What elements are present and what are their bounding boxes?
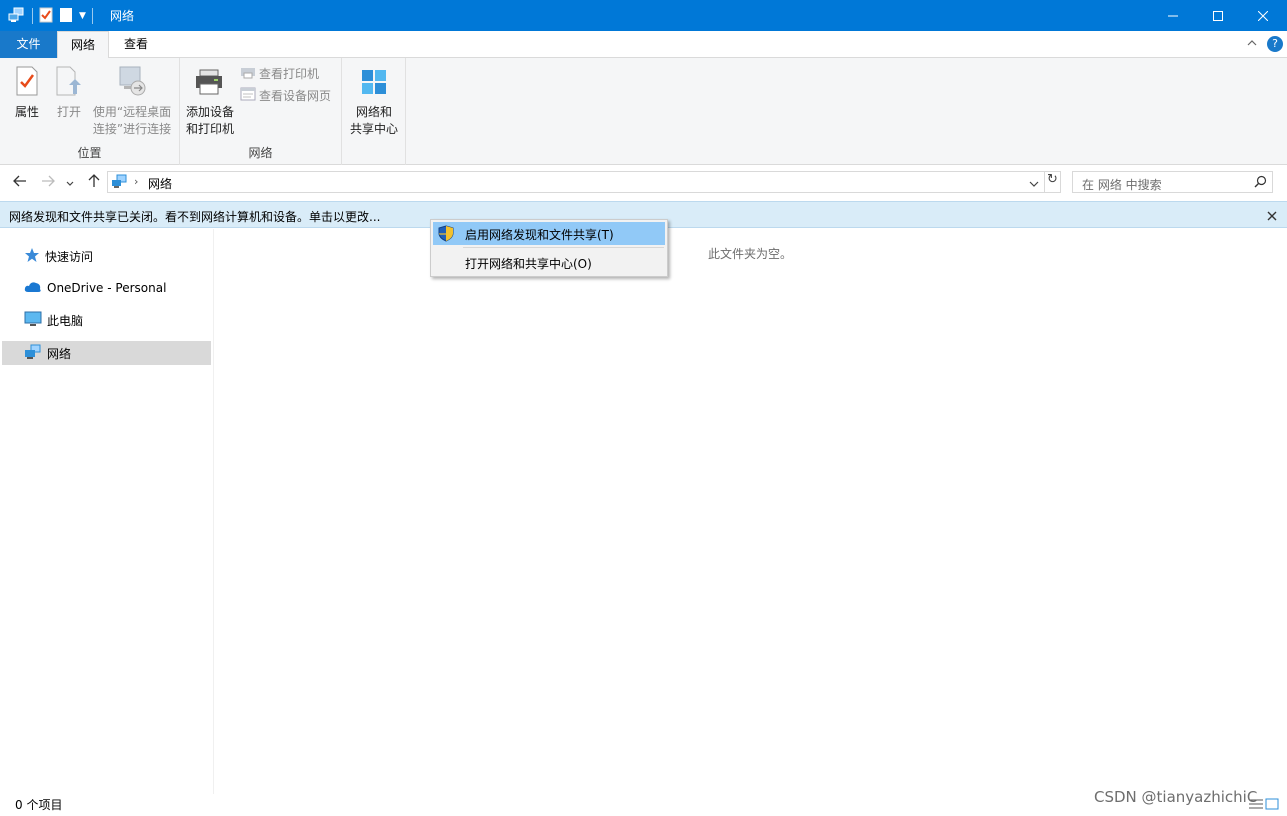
help-icon[interactable]: ? (1267, 36, 1283, 52)
title-bar: ▼ 网络 (0, 0, 1287, 31)
navigation-pane: 快速访问 OneDrive - Personal 此电脑 网络 (0, 229, 214, 794)
nav-item-this-pc[interactable]: 此电脑 (2, 308, 211, 332)
breadcrumb[interactable]: 网络 (148, 175, 172, 192)
empty-folder-text: 此文件夹为空。 (708, 247, 793, 261)
printer-small-icon (240, 65, 256, 82)
infobar-context-menu: 启用网络发现和文件共享(T) 打开网络和共享中心(O) (430, 219, 668, 277)
close-button[interactable] (1240, 0, 1286, 31)
menu-item-label: 启用网络发现和文件共享(T) (465, 228, 614, 242)
printer-icon (184, 68, 236, 101)
watermark: CSDN @tianyazhichiC (1094, 788, 1258, 806)
navigation-bar: › 网络 ↻ 在 网络 中搜索 (0, 166, 1287, 200)
up-button[interactable] (84, 173, 104, 193)
search-input[interactable]: 在 网络 中搜索 (1072, 171, 1273, 193)
network-icon (8, 7, 26, 26)
add-device-label-1: 添加设备 (185, 105, 234, 119)
divider (32, 8, 33, 24)
tab-network[interactable]: 网络 (57, 31, 109, 59)
add-device-label-2: 和打印机 (185, 122, 234, 136)
new-folder-icon[interactable] (59, 7, 73, 26)
properties-icon[interactable] (39, 7, 53, 26)
nav-item-label: 网络 (47, 346, 72, 361)
menu-item-label: 打开网络和共享中心(O) (465, 257, 592, 271)
nav-item-network[interactable]: 网络 (2, 341, 211, 365)
recent-locations-button[interactable] (63, 173, 77, 193)
ribbon-tabs: 文件 网络 查看 ? (0, 31, 1287, 59)
view-device-webpage-label: 查看设备网页 (259, 89, 332, 103)
address-bar[interactable]: › 网络 ↻ (107, 171, 1061, 193)
open-label: 打开 (56, 105, 81, 119)
window-title: 网络 (110, 9, 135, 23)
close-icon[interactable] (1267, 206, 1277, 225)
nav-item-label: OneDrive - Personal (47, 281, 167, 295)
network-icon (111, 174, 129, 193)
properties-icon (8, 66, 46, 101)
remote-desktop-label-2: 连接”进行连接 (92, 122, 172, 136)
infobar-text[interactable]: 网络发现和文件共享已关闭。看不到网络计算机和设备。单击以更改... (9, 208, 380, 225)
menu-item-open-sharing-center[interactable]: 打开网络和共享中心(O) (433, 251, 665, 274)
chevron-right-icon: › (134, 175, 139, 188)
minimize-button[interactable] (1150, 0, 1196, 31)
monitor-icon (24, 311, 42, 330)
search-placeholder: 在 网络 中搜索 (1082, 178, 1162, 192)
ribbon: 属性 打开 使用“远程桌面 连接”进行连接 位置 添加设备 和打印机 查看打印机… (0, 58, 1287, 165)
maximize-button[interactable] (1195, 0, 1241, 31)
properties-button[interactable]: 属性 (8, 66, 46, 121)
shield-icon (438, 225, 454, 245)
remote-desktop-icon (90, 66, 174, 101)
menu-divider (463, 247, 664, 248)
refresh-icon[interactable]: ↻ (1044, 172, 1060, 192)
quick-access-toolbar: ▼ (8, 6, 93, 26)
forward-button[interactable] (38, 173, 58, 193)
nav-item-label: 此电脑 (47, 313, 84, 328)
tab-view[interactable]: 查看 (112, 31, 160, 58)
ribbon-group-label-network: 网络 (248, 146, 273, 160)
item-count: 0 个项目 (15, 798, 63, 812)
arrow-up-icon (88, 174, 100, 192)
network-sharing-center-icon (345, 68, 403, 101)
view-device-webpage-button[interactable]: 查看设备网页 (240, 87, 331, 104)
webpage-icon (240, 87, 256, 104)
nav-item-quick-access[interactable]: 快速访问 (2, 244, 211, 268)
chevron-down-icon (66, 175, 74, 191)
chevron-down-icon[interactable]: ▼ (79, 11, 86, 21)
tab-file[interactable]: 文件 (0, 31, 57, 58)
remote-desktop-button[interactable]: 使用“远程桌面 连接”进行连接 (90, 66, 174, 138)
back-button[interactable] (10, 173, 30, 193)
properties-label: 属性 (14, 105, 39, 119)
open-button[interactable]: 打开 (52, 66, 86, 121)
address-dropdown-button[interactable] (1029, 177, 1039, 191)
file-list-area[interactable]: 此文件夹为空。 (215, 229, 1285, 794)
view-printers-label: 查看打印机 (259, 67, 320, 81)
nav-item-onedrive[interactable]: OneDrive - Personal (2, 276, 211, 300)
search-icon[interactable] (1254, 175, 1267, 191)
network-sharing-center-label-2: 共享中心 (349, 122, 398, 136)
ribbon-group-label-location: 位置 (77, 146, 102, 160)
network-icon (24, 344, 42, 363)
ribbon-group-network: 添加设备 和打印机 查看打印机 查看设备网页 网络 (180, 58, 342, 165)
large-icons-view-icon[interactable] (1265, 798, 1279, 813)
star-icon (24, 247, 40, 266)
arrow-right-icon (41, 175, 55, 191)
remote-desktop-label-1: 使用“远程桌面 (92, 105, 172, 119)
divider (91, 8, 93, 24)
add-device-button[interactable]: 添加设备 和打印机 (184, 68, 236, 138)
cloud-icon (24, 280, 42, 297)
collapse-ribbon-icon[interactable] (1247, 37, 1257, 50)
nav-item-label: 快速访问 (45, 249, 94, 264)
menu-item-enable-discovery[interactable]: 启用网络发现和文件共享(T) (433, 222, 665, 245)
network-sharing-center-button[interactable]: 网络和 共享中心 (345, 68, 403, 138)
view-printers-button[interactable]: 查看打印机 (240, 65, 319, 82)
open-icon (52, 66, 86, 101)
ribbon-group-sharing-center: 网络和 共享中心 (342, 58, 406, 165)
network-sharing-center-label-1: 网络和 (355, 105, 392, 119)
arrow-left-icon (13, 175, 27, 191)
ribbon-group-location: 属性 打开 使用“远程桌面 连接”进行连接 位置 (0, 58, 180, 165)
